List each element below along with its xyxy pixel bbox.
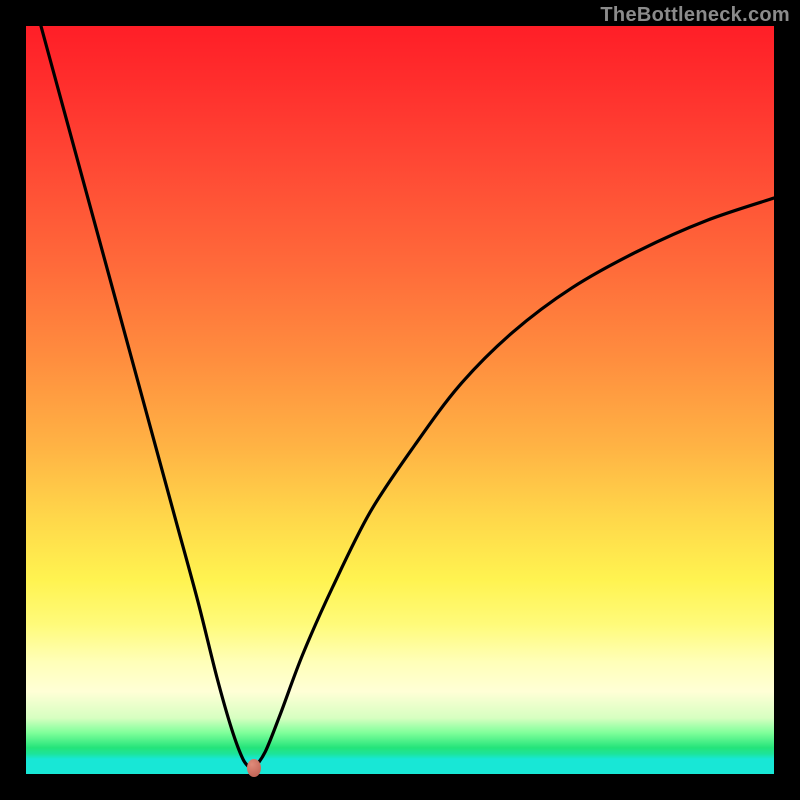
bottleneck-curve (26, 26, 774, 774)
chart-frame: TheBottleneck.com (0, 0, 800, 800)
optimum-marker (247, 759, 261, 777)
plot-area (26, 26, 774, 774)
attribution-label: TheBottleneck.com (600, 4, 790, 27)
